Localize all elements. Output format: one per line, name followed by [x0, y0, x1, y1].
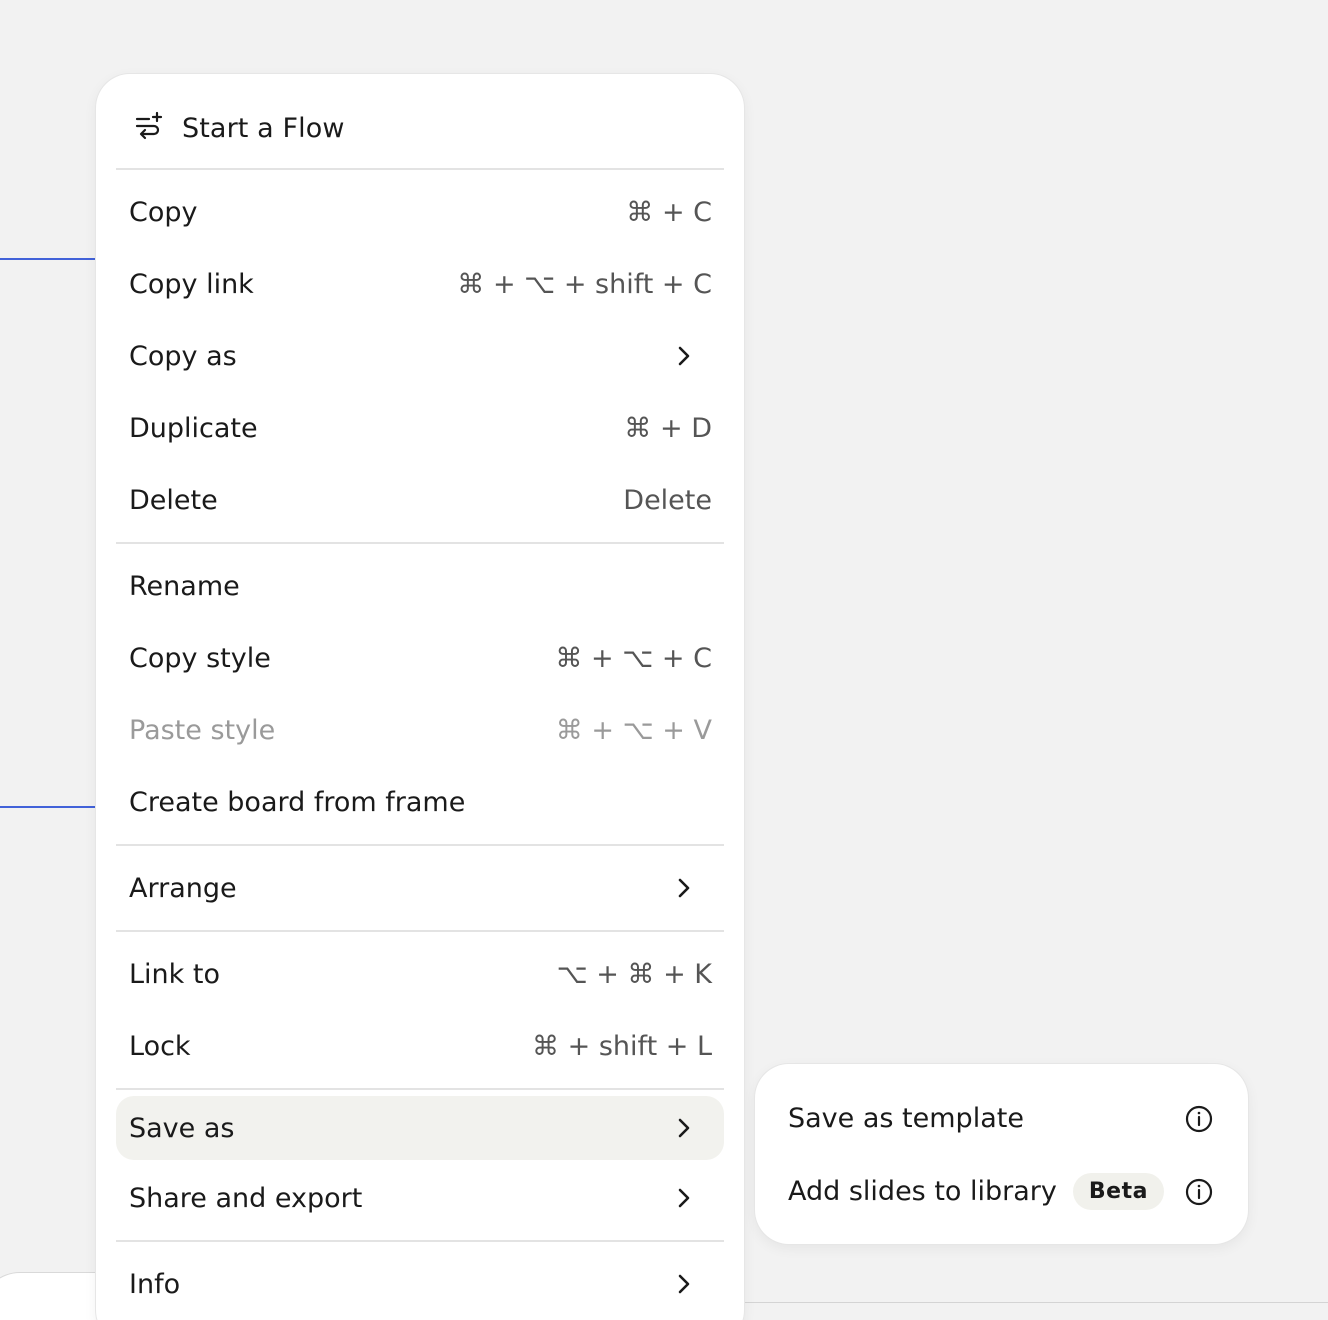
menu-divider	[116, 844, 724, 846]
chevron-right-icon	[670, 1114, 698, 1142]
menu-item-label: Info	[129, 1268, 181, 1300]
menu-item-label: Arrange	[129, 872, 237, 904]
submenu-item-add-slides-to-library[interactable]: Add slides to library Beta	[788, 1155, 1220, 1228]
chevron-right-icon	[670, 1184, 698, 1212]
menu-item-label: Link to	[129, 958, 220, 990]
menu-item-info[interactable]: Info	[116, 1248, 724, 1320]
menu-item-label: Rename	[129, 570, 240, 602]
menu-item-create-board-from-frame[interactable]: Create board from frame	[116, 766, 724, 838]
menu-item-copy-link[interactable]: Copy link ⌘ + ⌥ + shift + C	[116, 248, 724, 320]
menu-item-label: Paste style	[129, 714, 276, 746]
menu-item-shortcut: ⌘ + shift + L	[532, 1030, 712, 1062]
menu-divider	[116, 1088, 724, 1090]
menu-item-label: Delete	[129, 484, 218, 516]
menu-item-label: Duplicate	[129, 412, 258, 444]
chevron-right-icon	[670, 342, 698, 370]
menu-item-shortcut: ⌘ + D	[624, 412, 712, 444]
board-canvas[interactable]: Start a Flow Copy ⌘ + C Copy link ⌘ + ⌥ + s…	[0, 0, 1328, 1320]
flow-sparkle-icon	[134, 111, 164, 145]
menu-item-copy-style[interactable]: Copy style ⌘ + ⌥ + C	[116, 622, 724, 694]
start-flow-item[interactable]: Start a Flow	[116, 94, 724, 162]
menu-item-label: Copy link	[129, 268, 254, 300]
save-as-submenu: Save as template Add slides to library Bet…	[755, 1064, 1248, 1244]
menu-item-label: Lock	[129, 1030, 191, 1062]
menu-item-delete[interactable]: Delete Delete	[116, 464, 724, 536]
menu-item-copy[interactable]: Copy ⌘ + C	[116, 176, 724, 248]
menu-item-duplicate[interactable]: Duplicate ⌘ + D	[116, 392, 724, 464]
menu-groups: Copy ⌘ + C Copy link ⌘ + ⌥ + shift + C Copy …	[116, 168, 724, 1320]
menu-item-shortcut: ⌘ + ⌥ + C	[555, 642, 712, 674]
menu-item-shortcut: ⌥ + ⌘ + K	[556, 958, 712, 990]
info-icon[interactable]	[1184, 1177, 1214, 1207]
menu-item-shortcut: Delete	[623, 484, 712, 516]
menu-item-lock[interactable]: Lock ⌘ + shift + L	[116, 1010, 724, 1082]
submenu-item-text: Save as template	[788, 1103, 1024, 1134]
menu-item-label: Create board from frame	[129, 786, 466, 818]
menu-item-arrange[interactable]: Arrange	[116, 852, 724, 924]
menu-divider	[116, 542, 724, 544]
menu-divider	[116, 1240, 724, 1242]
start-flow-label: Start a Flow	[182, 112, 345, 144]
menu-divider	[116, 930, 724, 932]
menu-item-label: Save as	[129, 1112, 235, 1144]
submenu-item-label: Add slides to library	[788, 1176, 1057, 1207]
context-menu: Start a Flow Copy ⌘ + C Copy link ⌘ + ⌥ + s…	[96, 74, 744, 1320]
menu-item-shortcut: ⌘ + ⌥ + shift + C	[457, 268, 712, 300]
beta-badge: Beta	[1072, 1173, 1164, 1210]
submenu-items: Save as template Add slides to library Bet…	[788, 1082, 1220, 1228]
menu-item-label: Copy style	[129, 642, 271, 674]
frame-border-top	[0, 258, 96, 260]
menu-item-shortcut: ⌘ + C	[626, 196, 712, 228]
menu-item-rename[interactable]: Rename	[116, 550, 724, 622]
submenu-item-text: Add slides to library Beta	[788, 1173, 1164, 1210]
frame-border-bottom	[0, 806, 96, 808]
chevron-right-icon	[670, 1270, 698, 1298]
submenu-item-save-as-template[interactable]: Save as template	[788, 1082, 1220, 1155]
menu-item-copy-as[interactable]: Copy as	[116, 320, 724, 392]
menu-item-link-to[interactable]: Link to ⌥ + ⌘ + K	[116, 938, 724, 1010]
menu-item-label: Copy	[129, 196, 198, 228]
chevron-right-icon	[670, 874, 698, 902]
info-icon[interactable]	[1184, 1104, 1214, 1134]
menu-item-label: Copy as	[129, 340, 237, 372]
menu-item-save-as[interactable]: Save as	[116, 1096, 724, 1160]
menu-divider	[116, 168, 724, 170]
menu-item-shortcut: ⌘ + ⌥ + V	[555, 714, 712, 746]
menu-item-paste-style[interactable]: Paste style ⌘ + ⌥ + V	[116, 694, 724, 766]
bottom-divider	[744, 1302, 1328, 1303]
menu-item-share-and-export[interactable]: Share and export	[116, 1162, 724, 1234]
menu-item-label: Share and export	[129, 1182, 363, 1214]
submenu-item-label: Save as template	[788, 1103, 1024, 1134]
